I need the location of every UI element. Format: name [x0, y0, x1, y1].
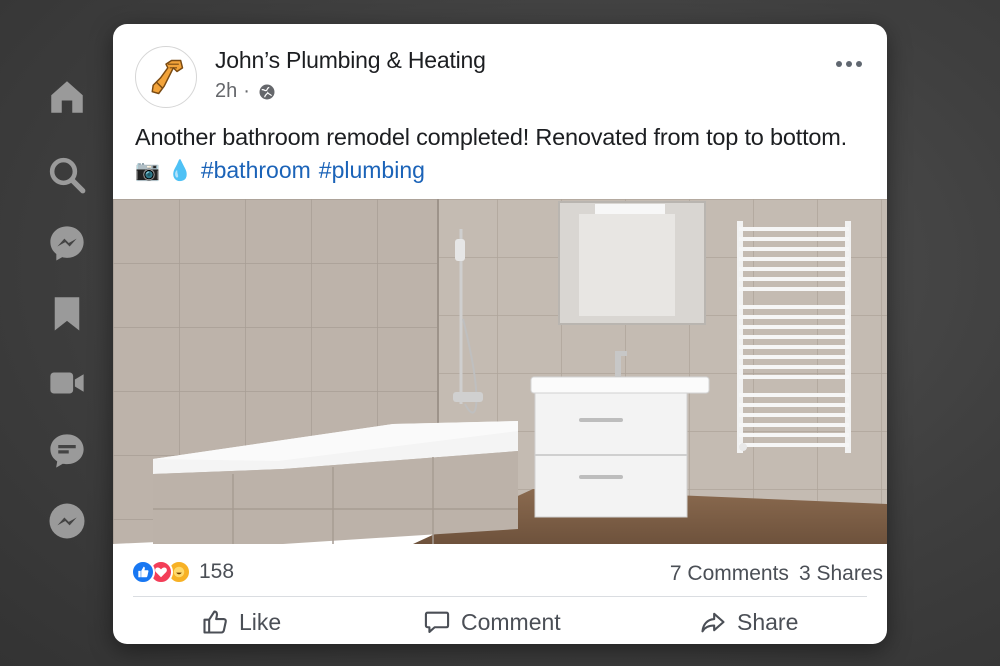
home-icon[interactable]: [40, 70, 94, 124]
hashtag-plumbing[interactable]: #plumbing: [319, 157, 425, 184]
droplet-emoji: 💧: [167, 160, 193, 182]
post-stats: 158 7 Comments 3 Shares: [113, 554, 887, 594]
thumbs-up-icon: [203, 610, 227, 634]
hashtag-bathroom[interactable]: #bathroom: [201, 157, 311, 184]
post-time[interactable]: 2h: [215, 80, 237, 103]
shares-count[interactable]: 3 Shares: [799, 562, 883, 586]
post-tags-line: 📷 💧 #bathroom #plumbing: [135, 157, 425, 184]
comments-count[interactable]: 7 Comments: [670, 562, 789, 586]
share-button[interactable]: Share: [699, 602, 798, 642]
messenger-icon[interactable]: [40, 494, 94, 548]
comment-icon: [424, 611, 450, 633]
video-icon[interactable]: [40, 356, 94, 410]
engagement-counts: 7 Comments 3 Shares: [670, 562, 883, 586]
actions-divider: [133, 596, 867, 597]
post-card: John’s Plumbing & Heating 2h · Another b…: [113, 24, 887, 644]
comment-button[interactable]: Comment: [423, 602, 561, 642]
bookmark-icon[interactable]: [40, 286, 94, 340]
post-author[interactable]: John’s Plumbing & Heating: [215, 47, 486, 74]
meta-separator: ·: [243, 80, 250, 102]
page-avatar[interactable]: [135, 46, 197, 108]
like-label: Like: [239, 608, 282, 635]
post-meta: 2h ·: [215, 80, 276, 103]
messenger-icon[interactable]: [40, 216, 94, 270]
reaction-count: 158: [199, 560, 235, 583]
post-text: Another bathroom remodel completed! Reno…: [135, 124, 847, 150]
reactions-summary[interactable]: 158: [131, 560, 234, 584]
post-actions: Like Comment Share: [113, 598, 887, 644]
comment-label: Comment: [461, 608, 561, 635]
post-photo[interactable]: [113, 199, 887, 544]
camera-emoji: 📷: [135, 160, 160, 182]
like-button[interactable]: Like: [201, 602, 281, 642]
share-label: Share: [737, 608, 799, 635]
search-icon[interactable]: [40, 148, 94, 202]
chat-bubble-icon[interactable]: [40, 424, 94, 478]
wrench-logo-icon: [151, 59, 184, 95]
share-arrow-icon: [701, 612, 725, 633]
globe-icon: [259, 84, 275, 99]
like-reaction-icon: [131, 560, 155, 584]
more-options-button[interactable]: [831, 52, 867, 76]
